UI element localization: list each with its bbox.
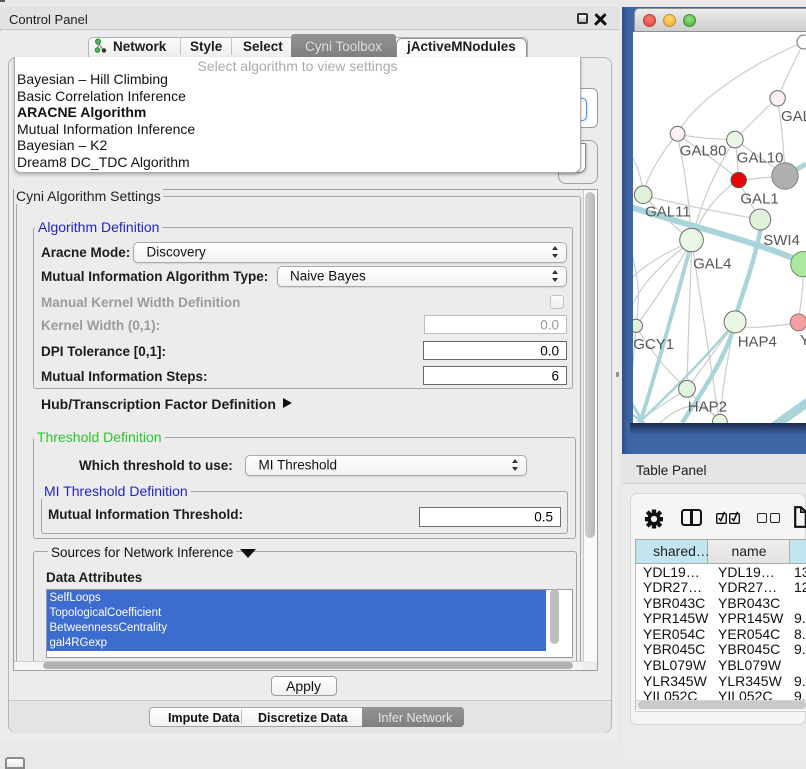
svg-text:GCY1: GCY1: [633, 336, 674, 353]
svg-text:HAP2: HAP2: [688, 398, 727, 415]
svg-text:GAL80: GAL80: [680, 142, 727, 159]
svg-text:GAL11: GAL11: [645, 203, 691, 220]
svg-text:Y: Y: [800, 332, 806, 349]
svg-text:HAP4: HAP4: [738, 334, 777, 351]
svg-text:GAL7: GAL7: [781, 108, 806, 125]
svg-text:SWI4: SWI4: [763, 232, 800, 249]
svg-text:GAL4: GAL4: [693, 255, 731, 272]
svg-text:GAL1: GAL1: [740, 191, 778, 208]
svg-text:GAL10: GAL10: [737, 150, 784, 167]
